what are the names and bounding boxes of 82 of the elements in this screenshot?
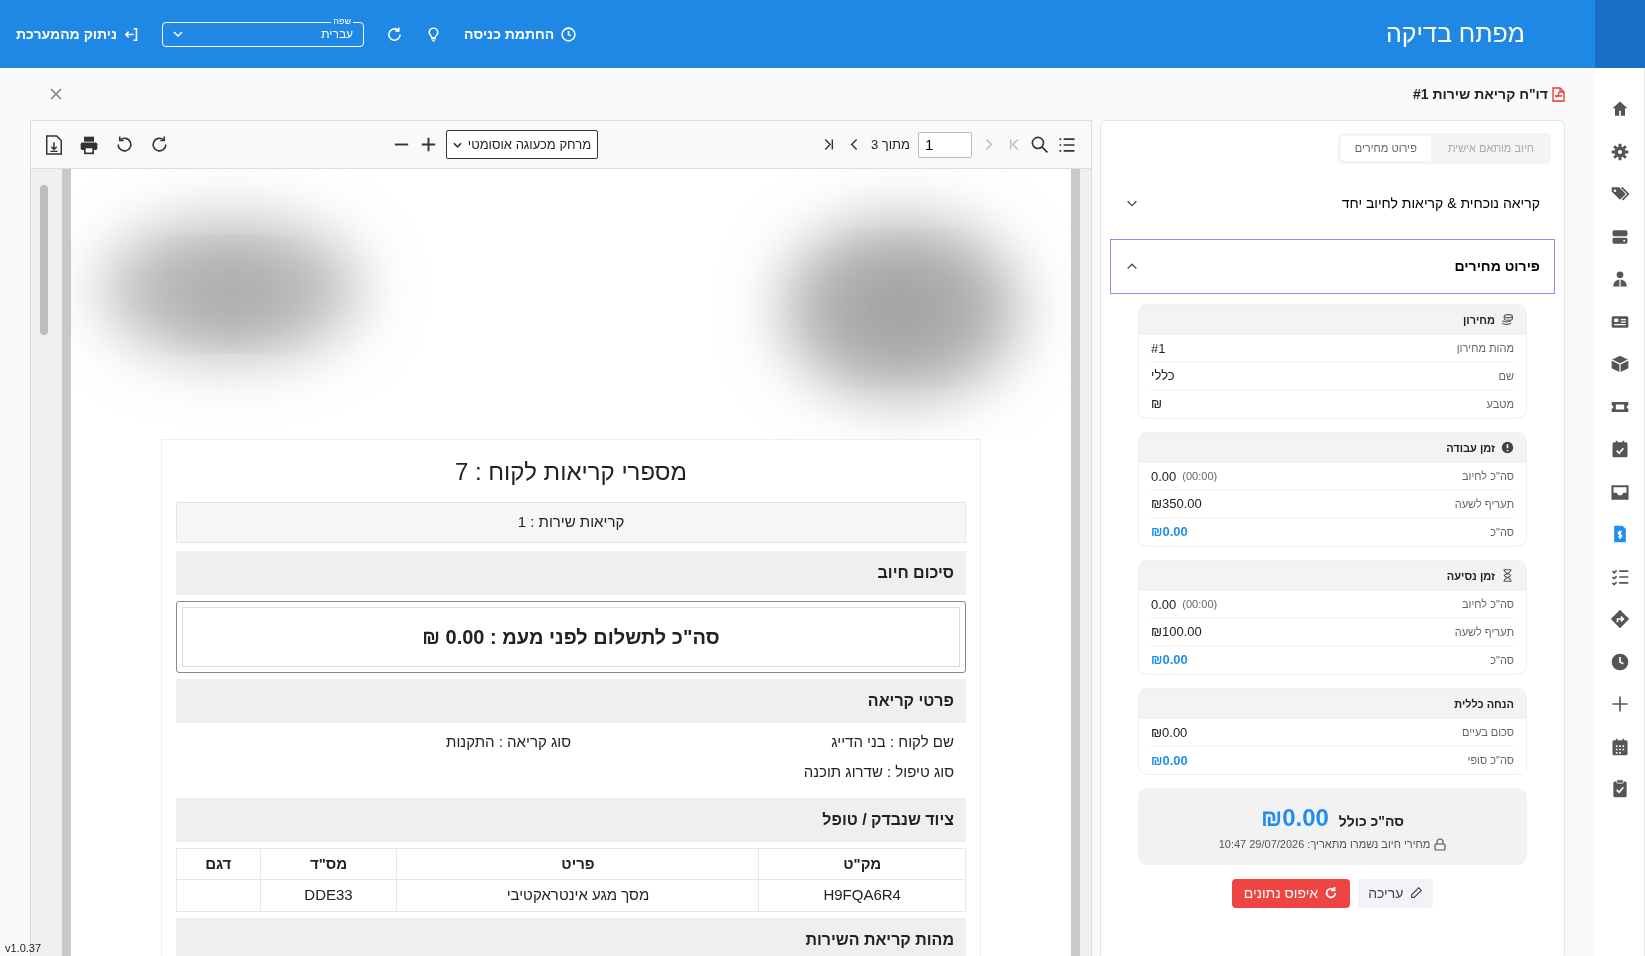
card-title: זמן עבודה bbox=[1446, 440, 1495, 456]
row-value: ₪0.00 bbox=[1151, 523, 1188, 541]
search-icon[interactable] bbox=[1030, 135, 1049, 154]
row-label: סה"כ bbox=[1490, 524, 1514, 540]
close-icon[interactable] bbox=[50, 88, 62, 100]
row-label: שם bbox=[1498, 368, 1514, 384]
row-label: מטבע bbox=[1486, 396, 1514, 412]
directions-icon[interactable] bbox=[1609, 609, 1630, 630]
version-label: v1.0.37 bbox=[5, 940, 42, 956]
app-title: מפתח בדיקה bbox=[1386, 18, 1525, 50]
table-cell: DDE33 bbox=[260, 879, 397, 911]
row-label: סה"כ לחיוב bbox=[1462, 469, 1514, 484]
locked-prices-note: מחירי חיוב נשמרו מתאריך: 29/07/2026 10:47 bbox=[1218, 837, 1431, 852]
caret-icon bbox=[452, 141, 462, 148]
column-header: מק"ט bbox=[758, 848, 966, 880]
section-header: פרטי קריאה bbox=[176, 678, 966, 723]
edit-button[interactable]: עריכה bbox=[1358, 878, 1434, 908]
row-value: ₪ bbox=[1151, 395, 1163, 413]
hourglass-icon bbox=[1501, 569, 1514, 583]
row-value: ₪0.00 bbox=[1151, 651, 1188, 669]
row-label: סה"כ לחיוב bbox=[1462, 597, 1514, 612]
check-in-button[interactable]: החתמת כניסה bbox=[464, 23, 578, 45]
rotate-counterclockwise-icon[interactable] bbox=[115, 135, 134, 154]
duration-note: (00:00) bbox=[1182, 597, 1218, 612]
duration-note: (00:00) bbox=[1182, 469, 1218, 484]
refresh-icon bbox=[1324, 886, 1339, 900]
detail-field: שם לקוח : בני הדייג bbox=[571, 730, 954, 753]
row-label: תעריף לשעה bbox=[1454, 624, 1514, 640]
corner-panel bbox=[1595, 0, 1645, 68]
coins-icon bbox=[1501, 313, 1514, 327]
row-label: מהות מחירון bbox=[1456, 341, 1514, 356]
tab[interactable]: פירוט מחירים bbox=[1340, 136, 1431, 161]
row-value: #1 bbox=[1151, 339, 1166, 358]
column-header: פריט bbox=[397, 848, 759, 880]
page-count-label: מתוך 3 bbox=[870, 135, 910, 154]
clock-icon[interactable] bbox=[1609, 651, 1630, 672]
lock-icon bbox=[1434, 837, 1447, 851]
section-header: ציוד שנבדק / טופל bbox=[176, 797, 966, 842]
download-icon[interactable] bbox=[45, 134, 63, 155]
caret-icon bbox=[173, 31, 184, 37]
box-icon[interactable] bbox=[1609, 354, 1630, 375]
row-value: 0.00 bbox=[1151, 595, 1177, 614]
row-value: 0.00 bbox=[1151, 467, 1177, 486]
reset-button[interactable]: איפוס נתונים bbox=[1231, 878, 1351, 908]
card-title: הנחה כללית bbox=[1454, 696, 1514, 712]
pdf-file-icon bbox=[1552, 86, 1565, 102]
pencil-icon bbox=[1409, 886, 1424, 900]
row-value: ₪0.00 bbox=[1151, 751, 1188, 770]
row-value: ₪0.00 bbox=[1151, 723, 1188, 742]
alert-icon bbox=[1501, 441, 1514, 455]
row-label: תעריף לשעה bbox=[1454, 496, 1514, 512]
print-icon[interactable] bbox=[79, 134, 99, 155]
zoom-select[interactable]: מרחק מכעוגה אוסומטי bbox=[445, 130, 599, 159]
settings-icon[interactable] bbox=[1609, 141, 1630, 162]
card-title: זמן נסיעה bbox=[1446, 568, 1495, 584]
logout-button[interactable]: ניתוק מהמערכת bbox=[16, 23, 141, 45]
column-header: דגם bbox=[176, 848, 261, 880]
row-label: סכום בעיים bbox=[1462, 725, 1514, 740]
column-header: מס"ד bbox=[260, 848, 397, 880]
clock-icon bbox=[560, 25, 578, 43]
grand-total-value: ₪0.00 bbox=[1260, 803, 1329, 833]
service-calls-count: קריאות שירות : 1 bbox=[176, 502, 966, 543]
row-value: ₪350.00 bbox=[1151, 495, 1202, 513]
grand-total-label: סה"כ כולל bbox=[1338, 812, 1405, 831]
row-label: סה"כ סופי bbox=[1467, 753, 1514, 768]
rotate-clockwise-icon[interactable] bbox=[150, 135, 169, 154]
card-title: מחירון bbox=[1463, 312, 1495, 328]
row-label: סה"כ bbox=[1490, 652, 1514, 668]
section-header: סיכום חיוב bbox=[176, 550, 966, 595]
detail-field: סוג טיפול : שדרוג תוכנה bbox=[571, 761, 954, 784]
detail-field: סוג קריאה : התקנות bbox=[188, 730, 571, 753]
refresh-icon[interactable] bbox=[386, 25, 404, 43]
page-number-field[interactable]: 1 bbox=[918, 131, 972, 158]
table-cell: H9FQA6R4 bbox=[758, 879, 966, 911]
section-header: מהות קריאת השירות bbox=[176, 917, 966, 956]
table-cell: מסך מגע אינטראקטיבי bbox=[397, 879, 759, 911]
row-value: ₪100.00 bbox=[1151, 623, 1202, 641]
accordion-header[interactable]: פירוט מחירים bbox=[1110, 238, 1555, 294]
report-title: מספרי קריאות לקוח : 7 bbox=[453, 457, 689, 487]
document-title: דו"ח קריאת שירות #1 bbox=[1413, 84, 1548, 104]
row-value: כללי bbox=[1151, 367, 1175, 385]
total-amount: סה"כ לתשלום לפני מעמ : 0.00 ₪ bbox=[182, 606, 960, 667]
